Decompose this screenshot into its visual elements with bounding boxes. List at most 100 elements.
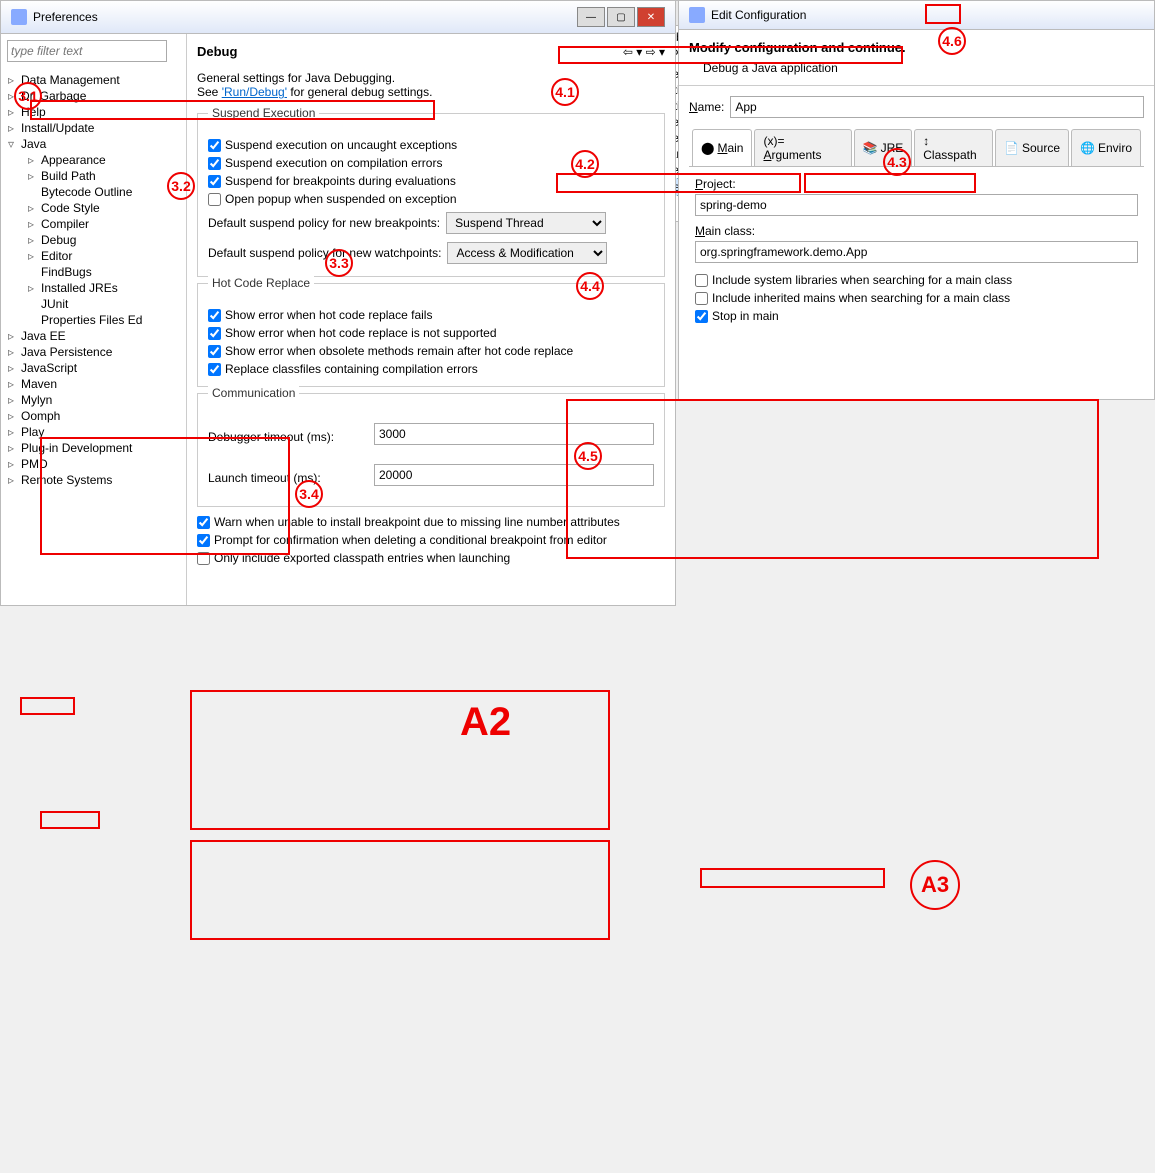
app-icon (11, 9, 27, 25)
prefs-tree-item[interactable]: ▹JavaScript (5, 360, 182, 376)
check-row[interactable]: Warn when unable to install breakpoint d… (197, 513, 665, 531)
tab-classpath[interactable]: ↕ Classpath (914, 129, 993, 166)
prefs-tree-item[interactable]: ▹Dr. Garbage (5, 88, 182, 104)
main-tab-content: Project: Main class: Include system libr… (689, 167, 1144, 335)
prefs-tree-item[interactable]: ▹Play (5, 424, 182, 440)
minimize-button[interactable]: — (577, 7, 605, 27)
prefs-tree-item[interactable]: ▹Java Persistence (5, 344, 182, 360)
include-inherited-mains[interactable]: Include inherited mains when searching f… (695, 289, 1138, 307)
page-title: Debug (197, 44, 237, 59)
jre-icon: 📚 (863, 141, 878, 155)
project-label: Project: (695, 177, 1138, 191)
name-label: Name: (689, 100, 724, 114)
check-row[interactable]: Replace classfiles containing compilatio… (208, 360, 654, 378)
main-tab-icon: ⬤ (701, 141, 714, 155)
stop-in-main[interactable]: Stop in main (695, 307, 1138, 325)
prefs-tree-item[interactable]: Bytecode Outline (5, 184, 182, 200)
prefs-tree-item[interactable]: ▹Plug-in Development (5, 440, 182, 456)
close-button[interactable]: ✕ (637, 7, 665, 27)
prefs-tree-item-java[interactable]: ▿Java (5, 136, 182, 152)
annotation-box-a2-bottom (190, 840, 610, 940)
policy-wp-row: Default suspend policy for new watchpoin… (208, 238, 654, 268)
prefs-tree-item[interactable]: ▹Appearance (5, 152, 182, 168)
window-title: Preferences (33, 10, 98, 24)
prefs-sidebar: ▹Data Management ▹Dr. Garbage ▹Help ▹Ins… (1, 34, 187, 606)
tab-source[interactable]: 📄Source (995, 129, 1069, 166)
prefs-tree-item[interactable]: ▹PMD (5, 456, 182, 472)
check-row[interactable]: Suspend for breakpoints during evaluatio… (208, 172, 654, 190)
annotation-a3: A3 (910, 860, 960, 910)
policy-wp-select[interactable]: Access & Modification (447, 242, 607, 264)
prefs-tree-item[interactable]: Properties Files Ed (5, 312, 182, 328)
config-subheading: Debug a Java application (689, 61, 1144, 75)
prefs-tree-item[interactable]: ▹Mylyn (5, 392, 182, 408)
annotation-box-a2-top (190, 690, 610, 830)
launch-timeout-row: Launch timeout (ms): (208, 457, 654, 498)
hot-code-fieldset: Hot Code Replace Show error when hot cod… (197, 283, 665, 387)
prefs-tree-item[interactable]: ▹Install/Update (5, 120, 182, 136)
config-header: Modify configuration and continue. Debug… (679, 30, 1154, 86)
window-title: Edit Configuration (711, 8, 806, 22)
run-debug-link[interactable]: 'Run/Debug' (222, 85, 287, 99)
prefs-tree-item[interactable]: ▹Compiler (5, 216, 182, 232)
intro-text: General settings for Java Debugging. (197, 71, 665, 85)
prefs-tree-item[interactable]: ▹Data Management (5, 72, 182, 88)
prefs-tree: ▹Data Management ▹Dr. Garbage ▹Help ▹Ins… (1, 68, 186, 606)
prefs-tree-item[interactable]: ▹Installed JREs (5, 280, 182, 296)
fieldset-legend: Suspend Execution (208, 106, 319, 120)
back-forward-nav[interactable]: ⇦ ▾ ⇨ ▾ (623, 45, 665, 59)
annotation-a2: A2 (460, 700, 511, 745)
check-row[interactable]: Open popup when suspended on exception (208, 190, 654, 208)
prefs-tree-item-debug[interactable]: ▹Debug (5, 232, 182, 248)
debugger-timeout-input[interactable] (374, 423, 654, 445)
config-tabs: ⬤Main (x)= Arguments 📚JRE ↕ Classpath 📄S… (689, 126, 1144, 167)
config-body: Name: ⬤Main (x)= Arguments 📚JRE ↕ Classp… (679, 86, 1154, 345)
check-row[interactable]: Prompt for confirmation when deleting a … (197, 531, 665, 549)
check-row[interactable]: Show error when hot code replace fails (208, 306, 654, 324)
suspend-fieldset: Suspend Execution Suspend execution on u… (197, 113, 665, 277)
check-row[interactable]: Suspend execution on compilation errors (208, 154, 654, 172)
include-system-libs[interactable]: Include system libraries when searching … (695, 271, 1138, 289)
source-icon: 📄 (1004, 141, 1019, 155)
launch-timeout-input[interactable] (374, 464, 654, 486)
tab-jre[interactable]: 📚JRE (854, 129, 913, 166)
annotation-box-a3 (700, 868, 885, 888)
check-row[interactable]: Suspend execution on uncaught exceptions (208, 136, 654, 154)
prefs-tree-item[interactable]: ▹Code Style (5, 200, 182, 216)
prefs-tree-item[interactable]: ▹Maven (5, 376, 182, 392)
prefs-tree-item[interactable]: ▹Remote Systems (5, 472, 182, 488)
check-row[interactable]: Only include exported classpath entries … (197, 549, 665, 567)
debugger-timeout-row: Debugger timeout (ms): (208, 416, 654, 457)
window-title-bar[interactable]: Preferences — ▢ ✕ (1, 1, 675, 34)
policy-bp-row: Default suspend policy for new breakpoin… (208, 208, 654, 238)
policy-bp-select[interactable]: Suspend Thread (446, 212, 606, 234)
preferences-window: Preferences — ▢ ✕ ▹Data Management ▹Dr. … (0, 0, 676, 606)
tab-arguments[interactable]: (x)= Arguments (754, 129, 851, 166)
name-input[interactable] (730, 96, 1144, 118)
config-heading: Modify configuration and continue. (689, 40, 1144, 55)
project-input[interactable] (695, 194, 1138, 216)
prefs-page: Debug ⇦ ▾ ⇨ ▾ General settings for Java … (187, 34, 675, 606)
window-title-bar[interactable]: Edit Configuration (679, 1, 1154, 30)
prefs-tree-item[interactable]: ▹Java EE (5, 328, 182, 344)
maximize-button[interactable]: ▢ (607, 7, 635, 27)
prefs-tree-item[interactable]: ▹Oomph (5, 408, 182, 424)
see-also: See 'Run/Debug' for general debug settin… (197, 85, 665, 99)
fieldset-legend: Hot Code Replace (208, 276, 314, 290)
tab-main[interactable]: ⬤Main (692, 129, 752, 166)
env-icon: 🌐 (1080, 141, 1095, 155)
main-class-label: Main class: (695, 224, 1138, 238)
prefs-tree-item[interactable]: JUnit (5, 296, 182, 312)
main-class-input[interactable] (695, 241, 1138, 263)
prefs-tree-item[interactable]: ▹Build Path (5, 168, 182, 184)
annotation-box-debug (40, 811, 100, 829)
filter-input[interactable] (7, 40, 167, 62)
prefs-tree-item[interactable]: FindBugs (5, 264, 182, 280)
prefs-tree-item[interactable]: ▹Help (5, 104, 182, 120)
tab-environ[interactable]: 🌐Enviro (1071, 129, 1141, 166)
check-row[interactable]: Show error when obsolete methods remain … (208, 342, 654, 360)
communication-fieldset: Communication Debugger timeout (ms): Lau… (197, 393, 665, 507)
check-row[interactable]: Show error when hot code replace is not … (208, 324, 654, 342)
fieldset-legend: Communication (208, 386, 299, 400)
prefs-tree-item[interactable]: ▹Editor (5, 248, 182, 264)
